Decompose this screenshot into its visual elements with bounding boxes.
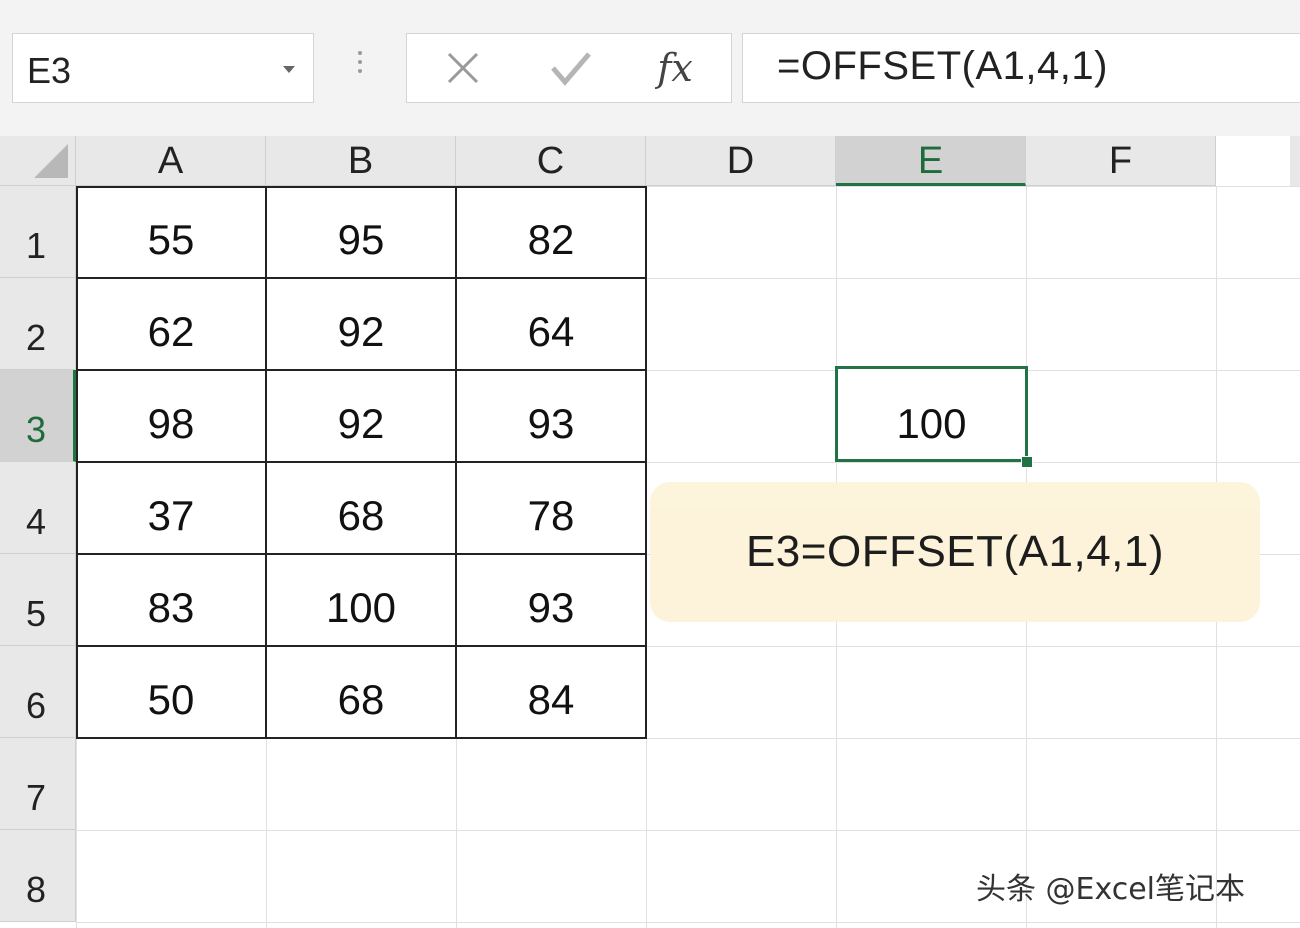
column-header-c[interactable]: C: [456, 136, 646, 186]
cell-b3[interactable]: 92: [266, 370, 456, 462]
gridline: [76, 922, 1300, 923]
watermark-text: 头条 @Excel笔记本: [976, 872, 1246, 907]
cell-b2[interactable]: 92: [266, 278, 456, 370]
cell-a3[interactable]: 98: [76, 370, 266, 462]
cell-a1[interactable]: 55: [76, 186, 266, 278]
row-number: 7: [26, 777, 47, 818]
cell-c1[interactable]: 82: [456, 186, 646, 278]
row-header-2[interactable]: 2: [0, 278, 76, 370]
cell-c5[interactable]: 93: [456, 554, 646, 646]
name-box-value: E3: [27, 50, 72, 91]
chevron-down-icon[interactable]: [283, 66, 295, 73]
cell-c4[interactable]: 78: [456, 462, 646, 554]
cell-b6[interactable]: 68: [266, 646, 456, 738]
column-header-f[interactable]: F: [1026, 136, 1216, 186]
cell-a4[interactable]: 37: [76, 462, 266, 554]
formula-buttons: fx: [406, 33, 732, 103]
cell-b1[interactable]: 95: [266, 186, 456, 278]
column-header-e[interactable]: E: [836, 136, 1026, 186]
gridline: [76, 830, 1300, 831]
spreadsheet-grid[interactable]: A B C D E F 1 2 3 4 5 6 7 8 55 95 82 62 92 64 98 92 93 37 68 78 83…: [0, 136, 1300, 928]
row-header-5[interactable]: 5: [0, 554, 76, 646]
formula-annotation: E3=OFFSET(A1,4,1): [650, 482, 1260, 622]
row-number: 5: [26, 593, 47, 634]
column-header-d[interactable]: D: [646, 136, 836, 186]
row-header-4[interactable]: 4: [0, 462, 76, 554]
row-number: 3: [26, 409, 47, 450]
cell-c2[interactable]: 64: [456, 278, 646, 370]
formula-text: =OFFSET(A1,4,1): [777, 44, 1108, 88]
row-header-1[interactable]: 1: [0, 186, 76, 278]
column-header-a[interactable]: A: [76, 136, 266, 186]
formula-bar: E3 fx =OFFSET(A1,4,1): [0, 0, 1300, 128]
row-number: 6: [26, 685, 47, 726]
row-number: 4: [26, 501, 47, 542]
active-cell-e3[interactable]: 100: [835, 366, 1028, 462]
cell-c3[interactable]: 93: [456, 370, 646, 462]
insert-function-icon[interactable]: fx: [653, 46, 697, 90]
row-number: 1: [26, 225, 47, 266]
cell-a6[interactable]: 50: [76, 646, 266, 738]
drag-handle-icon[interactable]: [350, 46, 370, 86]
cell-a5[interactable]: 83: [76, 554, 266, 646]
name-box[interactable]: E3: [12, 33, 314, 103]
cell-c6[interactable]: 84: [456, 646, 646, 738]
close-icon[interactable]: [441, 46, 485, 90]
column-header-partial: [1290, 136, 1300, 186]
row-number: 2: [26, 317, 47, 358]
select-all-button[interactable]: [0, 136, 76, 186]
cell-b4[interactable]: 68: [266, 462, 456, 554]
cell-b5[interactable]: 100: [266, 554, 456, 646]
row-header-8[interactable]: 8: [0, 830, 76, 922]
row-number: 8: [26, 869, 47, 910]
fill-handle[interactable]: [1021, 456, 1033, 468]
formula-input[interactable]: =OFFSET(A1,4,1): [742, 33, 1300, 103]
row-header-7[interactable]: 7: [0, 738, 76, 830]
check-icon[interactable]: [549, 46, 593, 90]
column-header-b[interactable]: B: [266, 136, 456, 186]
row-header-3[interactable]: 3: [0, 370, 76, 462]
row-header-6[interactable]: 6: [0, 646, 76, 738]
cell-a2[interactable]: 62: [76, 278, 266, 370]
